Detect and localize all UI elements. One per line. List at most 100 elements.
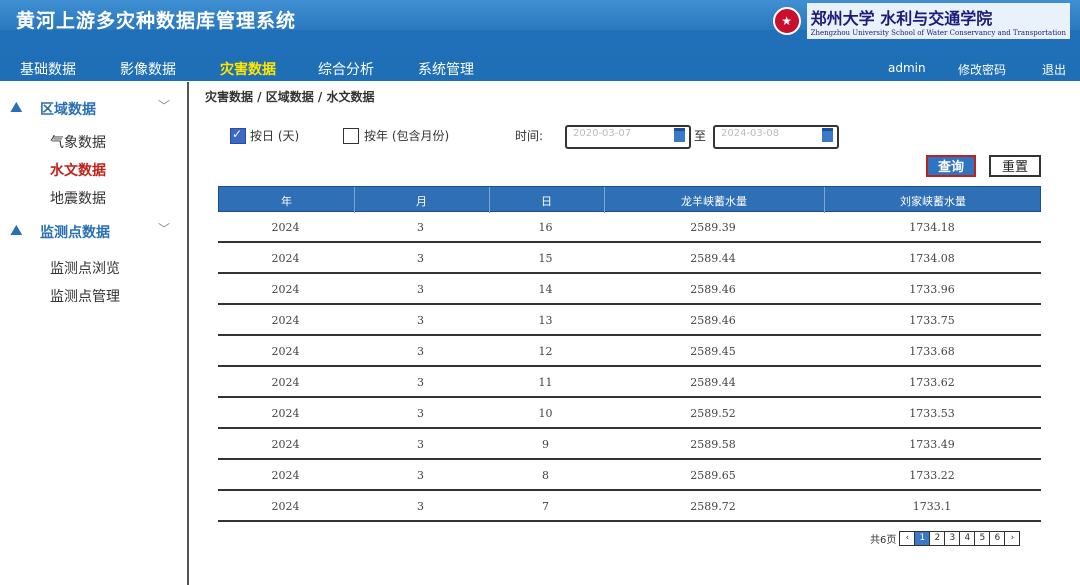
sidebar-item-monitor-browse[interactable]: 监测点浏览 [50, 258, 120, 278]
seal-icon: ★ [772, 7, 801, 35]
change-password-link[interactable]: 修改密码 [958, 61, 1006, 78]
nav-item-disaster[interactable]: 灾害数据 [220, 59, 276, 79]
cell-liujiaxia: 1733.22 [909, 469, 955, 482]
sidebar-item-monitor-manage[interactable]: 监测点管理 [50, 286, 120, 306]
table-row[interactable]: 2024 3 7 2589.72 1733.1 [218, 491, 1041, 522]
table-row[interactable]: 2024 3 14 2589.46 1733.96 [218, 274, 1041, 305]
column-header-month: 月 [416, 195, 427, 208]
column-header-day: 日 [541, 195, 552, 208]
table-row[interactable]: 2024 3 10 2589.52 1733.53 [218, 398, 1041, 429]
cell-day: 11 [538, 376, 553, 389]
date-separator: 至 [694, 129, 707, 143]
logout-link[interactable]: 退出 [1042, 61, 1066, 78]
cell-liujiaxia: 1733.53 [909, 407, 955, 420]
data-table: 年 月 日 龙羊峡蓄水量 刘家峡蓄水量 2024 3 16 2589.39 1734.1… [218, 186, 1041, 522]
page-count-label: 共6页 [870, 534, 897, 546]
cell-day: 7 [542, 500, 549, 513]
sidebar-item-hydrology[interactable]: 水文数据 [50, 160, 106, 180]
column-header-year: 年 [281, 195, 292, 208]
nav-item-basic[interactable]: 基础数据 [20, 59, 76, 79]
sidebar-item-earthquake[interactable]: 地震数据 [50, 188, 106, 208]
sidebar-group-monitoring[interactable]: ⛰ 监测点数据 ﹀ [0, 217, 187, 245]
sidebar-group-region[interactable]: ⛰ 区域数据 ﹀ [0, 94, 187, 122]
cell-month: 3 [417, 345, 424, 358]
column-header-liujiaxia: 刘家峡蓄水量 [900, 195, 966, 208]
cell-day: 10 [538, 407, 553, 420]
mountain-icon: ⛰ [10, 221, 23, 239]
page-button-1[interactable]: 1 [914, 530, 931, 546]
cell-month: 3 [417, 221, 424, 234]
table-row[interactable]: 2024 3 11 2589.44 1733.62 [218, 367, 1041, 398]
chevron-down-icon[interactable]: ﹀ [158, 220, 170, 237]
chevron-down-icon[interactable]: ﹀ [158, 97, 170, 114]
page-button-2[interactable]: 2 [929, 530, 946, 546]
cell-longyangxia: 2589.72 [690, 500, 736, 513]
end-date-value: 2024-03-08 [721, 128, 780, 139]
prev-page-button[interactable]: ‹ [899, 530, 916, 546]
cell-year: 2024 [271, 469, 300, 482]
cell-liujiaxia: 1734.08 [909, 252, 955, 265]
cell-liujiaxia: 1733.68 [909, 345, 955, 358]
table-header: 年 月 日 龙羊峡蓄水量 刘家峡蓄水量 [218, 186, 1041, 213]
cell-longyangxia: 2589.58 [690, 438, 736, 451]
cell-month: 3 [417, 283, 424, 296]
cell-longyangxia: 2589.46 [690, 283, 736, 296]
cell-year: 2024 [271, 314, 300, 327]
logo-title: 郑州大学 水利与交通学院 [810, 9, 993, 28]
nav-item-system[interactable]: 系统管理 [418, 59, 474, 79]
start-date-value: 2020-03-07 [573, 128, 632, 139]
cell-longyangxia: 2589.46 [690, 314, 736, 327]
breadcrumb: 灾害数据 / 区域数据 / 水文数据 [205, 90, 375, 104]
sidebar-group-label: 区域数据 [40, 102, 96, 118]
cell-day: 12 [538, 345, 553, 358]
table-row[interactable]: 2024 3 9 2589.58 1733.49 [218, 429, 1041, 460]
cell-day: 14 [538, 283, 553, 296]
table-row[interactable]: 2024 3 15 2589.44 1734.08 [218, 243, 1041, 274]
cell-month: 3 [417, 407, 424, 420]
calendar-icon[interactable] [674, 128, 685, 142]
start-date-input[interactable]: 2020-03-07 [565, 125, 691, 149]
cell-day: 15 [538, 252, 553, 265]
sidebar-item-weather[interactable]: 气象数据 [50, 132, 106, 152]
next-page-button[interactable]: › [1004, 530, 1021, 546]
time-label: 时间: [515, 129, 544, 143]
cell-month: 3 [417, 500, 424, 513]
reset-button[interactable]: 重置 [989, 155, 1041, 177]
cell-liujiaxia: 1733.75 [909, 314, 955, 327]
cell-liujiaxia: 1734.18 [909, 221, 955, 234]
end-date-input[interactable]: 2024-03-08 [713, 125, 839, 149]
cell-month: 3 [417, 252, 424, 265]
cell-year: 2024 [271, 221, 300, 234]
table-row[interactable]: 2024 3 8 2589.65 1733.22 [218, 460, 1041, 491]
cell-longyangxia: 2589.44 [690, 376, 736, 389]
daily-checkbox[interactable] [230, 127, 246, 144]
page-button-4[interactable]: 4 [959, 530, 976, 546]
logo-subtitle: Zhengzhou University School of Water Con… [810, 29, 1066, 37]
filter-bar: 按日 (天) 按年 (包含月份) 时间: 2020-03-07 至 2024-0… [228, 124, 1048, 150]
cell-liujiaxia: 1733.49 [909, 438, 955, 451]
cell-year: 2024 [271, 500, 300, 513]
yearly-checkbox[interactable] [343, 128, 359, 144]
table-row[interactable]: 2024 3 16 2589.39 1734.18 [218, 212, 1041, 243]
nav-item-imagery[interactable]: 影像数据 [120, 59, 176, 79]
cell-longyangxia: 2589.65 [690, 469, 736, 482]
university-logo: ★ 郑州大学 水利与交通学院 Zhengzhou University Scho… [772, 3, 1070, 39]
cell-longyangxia: 2589.44 [690, 252, 736, 265]
table-row[interactable]: 2024 3 12 2589.45 1733.68 [218, 336, 1041, 367]
cell-longyangxia: 2589.39 [690, 221, 736, 234]
table-row[interactable]: 2024 3 13 2589.46 1733.75 [218, 305, 1041, 336]
cell-day: 9 [542, 438, 549, 451]
page-button-6[interactable]: 6 [989, 530, 1006, 546]
page-button-5[interactable]: 5 [974, 530, 991, 546]
cell-year: 2024 [271, 438, 300, 451]
nav-item-analysis[interactable]: 综合分析 [318, 59, 374, 79]
page-button-3[interactable]: 3 [944, 530, 961, 546]
cell-year: 2024 [271, 283, 300, 296]
cell-longyangxia: 2589.45 [690, 345, 736, 358]
main-nav: 基础数据 影像数据 灾害数据 综合分析 系统管理 admin 修改密码 退出 [0, 55, 1080, 81]
calendar-icon[interactable] [822, 128, 833, 142]
user-name[interactable]: admin [888, 61, 926, 75]
cell-month: 3 [417, 438, 424, 451]
app-title: 黄河上游多灾种数据库管理系统 [16, 10, 297, 32]
query-button[interactable]: 查询 [926, 155, 976, 177]
